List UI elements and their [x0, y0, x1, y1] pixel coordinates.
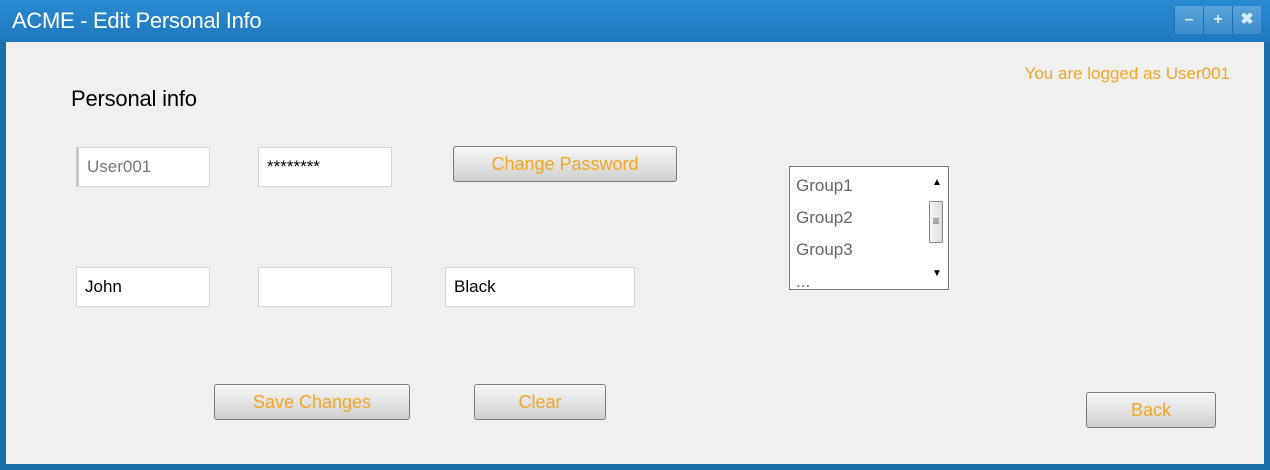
last-name-field[interactable] [445, 267, 635, 307]
listbox-scrollbar[interactable]: ▲ ≡ ▼ [926, 167, 948, 289]
clear-button[interactable]: Clear [474, 384, 606, 420]
close-button[interactable]: ✖ [1232, 6, 1261, 34]
page-title: Personal info [71, 86, 197, 111]
back-button[interactable]: Back [1086, 392, 1216, 428]
logged-user-label: You are logged as User001 [1024, 64, 1230, 83]
window-title: ACME - Edit Personal Info [12, 8, 262, 33]
middle-name-field[interactable] [258, 267, 392, 307]
first-name-field[interactable] [76, 267, 210, 307]
scroll-up-icon[interactable]: ▲ [932, 177, 942, 188]
minimize-button[interactable]: – [1174, 6, 1203, 34]
save-changes-button[interactable]: Save Changes [214, 384, 410, 420]
change-password-button[interactable]: Change Password [453, 146, 677, 182]
username-field[interactable] [76, 147, 210, 187]
password-field[interactable] [258, 147, 392, 187]
title-bar[interactable]: ACME - Edit Personal Info – + ✖ [0, 0, 1270, 42]
scroll-down-icon[interactable]: ▼ [932, 268, 942, 279]
maximize-button[interactable]: + [1203, 6, 1232, 34]
app-window: ACME - Edit Personal Info – + ✖ You are … [0, 0, 1270, 470]
window-content: You are logged as User001 Personal info … [0, 42, 1270, 470]
groups-list: Group1 Group2 Group3... [790, 167, 948, 289]
scroll-thumb[interactable]: ≡ [929, 201, 943, 243]
groups-listbox[interactable]: Group1 Group2 Group3... ▲ ≡ ▼ [789, 166, 949, 290]
